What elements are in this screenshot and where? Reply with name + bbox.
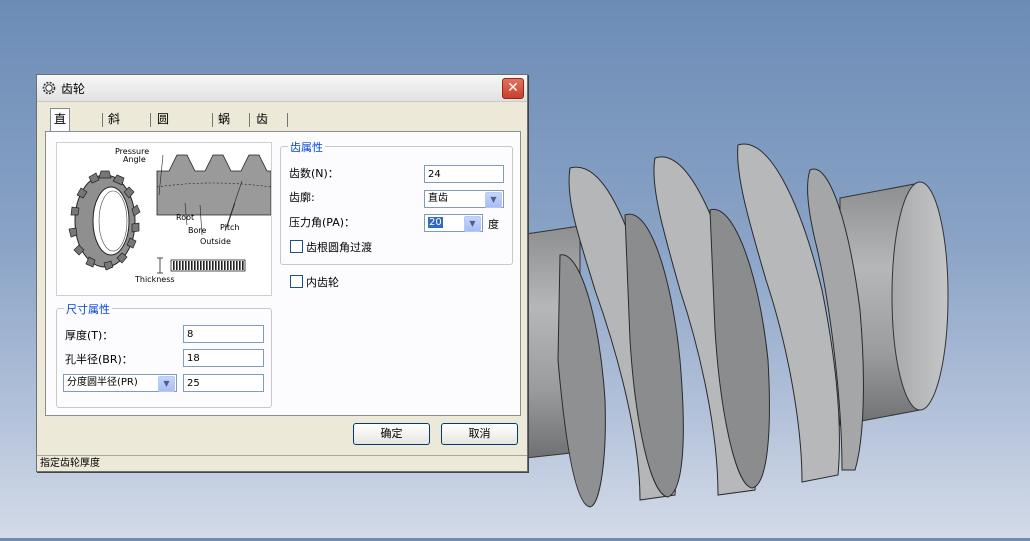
ok-button[interactable]: 确定: [353, 423, 430, 445]
radius-type-value: 分度圆半径(PR): [67, 377, 138, 388]
tooth-properties-group: 齿属性 齿数(N)： 24 齿廓: 直齿 ▼ 压力角(PA)： 20 ▼ 度 齿…: [280, 139, 513, 265]
thickness-input[interactable]: 8: [183, 325, 264, 343]
chevron-down-icon[interactable]: ▼: [464, 216, 481, 232]
gear-diagram: Pressure Angle Root Bore Pitch Outside T…: [56, 142, 272, 296]
status-bar: 指定齿轮厚度: [37, 455, 527, 471]
label-bore: Bore: [188, 226, 206, 235]
profile-label: 齿廓:: [289, 191, 315, 204]
tooth-properties-title: 齿属性: [288, 139, 325, 155]
chevron-down-icon[interactable]: ▼: [158, 376, 175, 392]
label-pitch: Pitch: [220, 223, 239, 232]
profile-select[interactable]: 直齿 ▼: [424, 190, 504, 208]
pressure-angle-value: 20: [428, 217, 443, 228]
tab-separator: [287, 113, 288, 127]
close-button[interactable]: ✕: [502, 78, 524, 99]
dialog-titlebar[interactable]: 齿轮 ✕: [37, 75, 527, 102]
internal-gear-label: 内齿轮: [306, 276, 339, 289]
gear-dialog: 齿轮 ✕ 直齿轮 斜齿轮 圆锥齿轮 蜗杆 齿条: [36, 74, 528, 472]
size-properties-group: 尺寸属性 厚度(T)： 8 孔半径(BR)： 18 分度圆半径(PR) ▼ 25: [56, 301, 272, 408]
cancel-button[interactable]: 取消: [441, 423, 518, 445]
pressure-unit: 度: [488, 218, 499, 231]
tab-rack[interactable]: 齿条: [253, 109, 271, 147]
gear-icon: [41, 80, 57, 96]
internal-gear-checkbox[interactable]: [290, 275, 303, 288]
bore-radius-input[interactable]: 18: [183, 349, 264, 367]
tab-worm[interactable]: 蜗杆: [215, 109, 233, 147]
tab-helical-gear[interactable]: 斜齿轮: [105, 109, 123, 168]
status-text: 指定齿轮厚度: [40, 458, 100, 469]
radius-type-select[interactable]: 分度圆半径(PR) ▼: [63, 374, 177, 392]
bore-radius-label: 孔半径(BR)：: [65, 353, 133, 366]
pressure-angle-select[interactable]: 20 ▼: [424, 214, 483, 232]
label-angle: Angle: [123, 155, 146, 164]
label-outside: Outside: [200, 237, 231, 246]
tab-panel-spur: Pressure Angle Root Bore Pitch Outside T…: [45, 131, 521, 416]
close-icon: ✕: [507, 80, 519, 96]
tab-separator: [150, 113, 151, 127]
teeth-count-input[interactable]: 24: [424, 165, 504, 183]
teeth-count-label: 齿数(N)：: [289, 167, 339, 180]
tab-separator: [102, 113, 103, 127]
chevron-down-icon[interactable]: ▼: [485, 192, 502, 208]
tab-separator: [212, 113, 213, 127]
tab-spur-gear[interactable]: 直齿轮: [50, 108, 71, 168]
profile-value: 直齿: [428, 193, 448, 204]
dialog-title: 齿轮: [61, 82, 86, 96]
gear-illustration: Pressure Angle Root Bore Pitch Outside T…: [68, 147, 271, 284]
root-fillet-checkbox[interactable]: [290, 240, 303, 253]
thickness-label: 厚度(T)：: [65, 329, 114, 342]
tab-bevel-gear[interactable]: 圆锥齿轮: [154, 109, 172, 189]
label-thickness: Thickness: [134, 275, 175, 284]
size-properties-title: 尺寸属性: [64, 301, 112, 317]
pressure-angle-label: 压力角(PA)：: [289, 216, 356, 229]
label-root: Root: [176, 213, 194, 222]
tab-separator: [249, 113, 250, 127]
pitch-radius-input[interactable]: 25: [183, 374, 264, 392]
root-fillet-label: 齿根圆角过渡: [306, 241, 372, 254]
